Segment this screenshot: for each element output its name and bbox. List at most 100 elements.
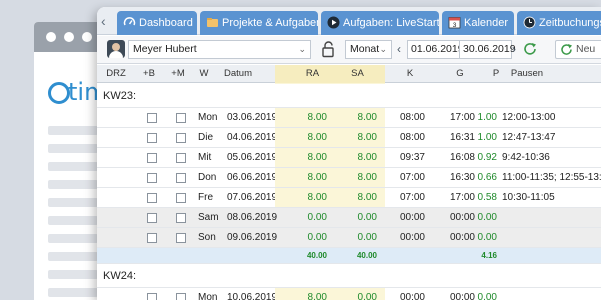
gehen-cell: 17:00 bbox=[449, 112, 475, 123]
column-header-plus-b[interactable]: +B bbox=[135, 65, 163, 83]
play-icon bbox=[327, 16, 340, 29]
plus-b-checkbox[interactable] bbox=[147, 113, 157, 123]
sa-cell: 8.00 bbox=[357, 112, 377, 123]
plus-m-checkbox[interactable] bbox=[176, 293, 186, 300]
column-header-datum[interactable]: Datum bbox=[215, 65, 261, 83]
background-menu-bar bbox=[48, 252, 98, 261]
next-period-icon[interactable]: › bbox=[512, 41, 516, 57]
pause-hours-cell: 0.92 bbox=[477, 152, 497, 163]
chevron-down-icon: ⌄ bbox=[298, 44, 306, 54]
column-header-pausen[interactable]: Pausen bbox=[507, 65, 547, 83]
column-header-g[interactable]: G bbox=[435, 65, 485, 83]
user-select[interactable]: Meyer Hubert ⌄ bbox=[128, 40, 311, 59]
kommen-cell: 09:37 bbox=[399, 152, 425, 163]
kommen-cell: 00:00 bbox=[399, 292, 425, 300]
table-row[interactable]: Die 04.06.2019 8.00 8.00 08:00 16:31 1.00 12:47… bbox=[97, 128, 601, 148]
plus-m-checkbox[interactable] bbox=[176, 233, 186, 243]
plus-m-checkbox[interactable] bbox=[176, 193, 186, 203]
tab-livestart[interactable]: Aufgaben: LiveStart bbox=[321, 11, 439, 35]
column-header-drz[interactable]: DRZ bbox=[97, 65, 135, 83]
column-header-k[interactable]: K bbox=[385, 65, 435, 83]
sa-cell: 8.00 bbox=[357, 152, 377, 163]
date-cell: 08.06.2019 bbox=[227, 212, 278, 223]
background-menu-bar bbox=[48, 198, 98, 207]
table-row[interactable]: Mon 10.06.2019 8.00 0.00 00:00 00:00 0.00 bbox=[97, 288, 601, 300]
table-row[interactable]: Sam 08.06.2019 0.00 0.00 00:00 00:00 0.00 bbox=[97, 208, 601, 228]
plus-b-checkbox[interactable] bbox=[147, 133, 157, 143]
plus-m-checkbox[interactable] bbox=[176, 153, 186, 163]
gehen-cell: 00:00 bbox=[449, 292, 475, 300]
unlock-icon[interactable] bbox=[321, 41, 337, 58]
refresh-icon[interactable] bbox=[522, 41, 538, 57]
plus-b-checkbox[interactable] bbox=[147, 193, 157, 203]
period-select[interactable]: Monat ⌄ bbox=[345, 40, 392, 59]
chevron-down-icon: ⌄ bbox=[379, 44, 387, 54]
plus-m-checkbox[interactable] bbox=[176, 133, 186, 143]
back-arrow-icon[interactable]: ‹ bbox=[101, 14, 115, 28]
plus-b-checkbox[interactable] bbox=[147, 233, 157, 243]
sa-cell: 0.00 bbox=[357, 292, 377, 300]
kommen-cell: 08:00 bbox=[399, 112, 425, 123]
column-header-p[interactable]: P bbox=[485, 65, 507, 83]
plus-m-checkbox[interactable] bbox=[176, 173, 186, 183]
plus-b-checkbox[interactable] bbox=[147, 173, 157, 183]
sa-cell: 0.00 bbox=[357, 232, 377, 243]
tab-label: Projekte & Aufgaben bbox=[222, 17, 318, 29]
previous-period-icon[interactable]: ‹ bbox=[397, 41, 401, 57]
toolbar: Meyer Hubert ⌄ Monat ⌄ ‹ 01.06.2019 30.0… bbox=[97, 36, 601, 64]
date-to-input[interactable]: 30.06.2019 bbox=[459, 40, 516, 59]
column-header-plus-m[interactable]: +M bbox=[163, 65, 193, 83]
plus-b-checkbox[interactable] bbox=[147, 293, 157, 300]
weekday-cell: Die bbox=[198, 132, 214, 143]
tab-label: Zeitbuchungs bbox=[539, 17, 601, 29]
kommen-cell: 08:00 bbox=[399, 132, 425, 143]
window-dot-icon bbox=[82, 32, 92, 42]
pause-hours-cell: 1.00 bbox=[477, 132, 497, 143]
background-menu-bar bbox=[48, 180, 98, 189]
table-row[interactable]: Mit 05.06.2019 8.00 8.00 09:37 16:08 0.92 9:42-… bbox=[97, 148, 601, 168]
pause-hours-cell: 0.00 bbox=[477, 212, 497, 223]
plus-m-checkbox[interactable] bbox=[176, 213, 186, 223]
weekday-cell: Fre bbox=[198, 192, 213, 203]
ra-total-cell: 40.00 bbox=[306, 251, 327, 260]
column-header-w[interactable]: W bbox=[193, 65, 215, 83]
tab-bar: ‹ Dashboard Projekte & Aufgaben Aufgaben… bbox=[97, 7, 601, 35]
ra-cell: 8.00 bbox=[307, 172, 327, 183]
column-header-sa[interactable]: SA bbox=[330, 65, 385, 83]
ra-cell: 8.00 bbox=[307, 132, 327, 143]
tab-zeitbuchungs[interactable]: Zeitbuchungs bbox=[517, 11, 601, 35]
date-cell: 04.06.2019 bbox=[227, 132, 278, 143]
pause-total-cell: 4.16 bbox=[481, 251, 497, 260]
sa-cell: 0.00 bbox=[357, 212, 377, 223]
user-avatar bbox=[107, 40, 125, 58]
table-row[interactable]: Mon 03.06.2019 8.00 8.00 08:00 17:00 1.00 12:00… bbox=[97, 108, 601, 128]
plus-b-checkbox[interactable] bbox=[147, 153, 157, 163]
gehen-cell: 16:30 bbox=[449, 172, 475, 183]
svg-text:3: 3 bbox=[453, 22, 457, 29]
plus-b-checkbox[interactable] bbox=[147, 213, 157, 223]
kommen-cell: 07:00 bbox=[399, 172, 425, 183]
background-menu-bar bbox=[48, 288, 98, 297]
tab-label: Dashboard bbox=[139, 17, 193, 29]
ra-cell: 8.00 bbox=[307, 152, 327, 163]
tab-dashboard[interactable]: Dashboard bbox=[117, 11, 197, 35]
tab-projekte[interactable]: Projekte & Aufgaben bbox=[200, 11, 318, 35]
table-row[interactable]: Don 06.06.2019 8.00 8.00 07:00 16:30 0.66 11:00… bbox=[97, 168, 601, 188]
background-menu-bar bbox=[48, 144, 98, 153]
sa-cell: 8.00 bbox=[357, 192, 377, 203]
plus-m-checkbox[interactable] bbox=[176, 113, 186, 123]
timesheet-window: ‹ Dashboard Projekte & Aufgaben Aufgaben… bbox=[97, 7, 601, 300]
background-menu-bar bbox=[48, 126, 98, 135]
ra-cell: 8.00 bbox=[307, 292, 327, 300]
pause-hours-cell: 0.00 bbox=[477, 232, 497, 243]
date-from-input[interactable]: 01.06.2019 bbox=[407, 40, 464, 59]
week-label: KW24: bbox=[103, 270, 137, 282]
new-entry-button[interactable]: Neu bbox=[555, 40, 601, 59]
table-row[interactable]: Fre 07.06.2019 8.00 8.00 07:00 17:00 0.58 10:30… bbox=[97, 188, 601, 208]
tab-kalender[interactable]: 3 Kalender bbox=[442, 11, 514, 35]
weekday-cell: Don bbox=[198, 172, 217, 183]
window-dot-icon bbox=[64, 32, 74, 42]
table-row[interactable]: Son 09.06.2019 0.00 0.00 00:00 00:00 0.00 bbox=[97, 228, 601, 248]
week-row: KW23: bbox=[97, 84, 601, 108]
sync-icon bbox=[561, 44, 572, 55]
